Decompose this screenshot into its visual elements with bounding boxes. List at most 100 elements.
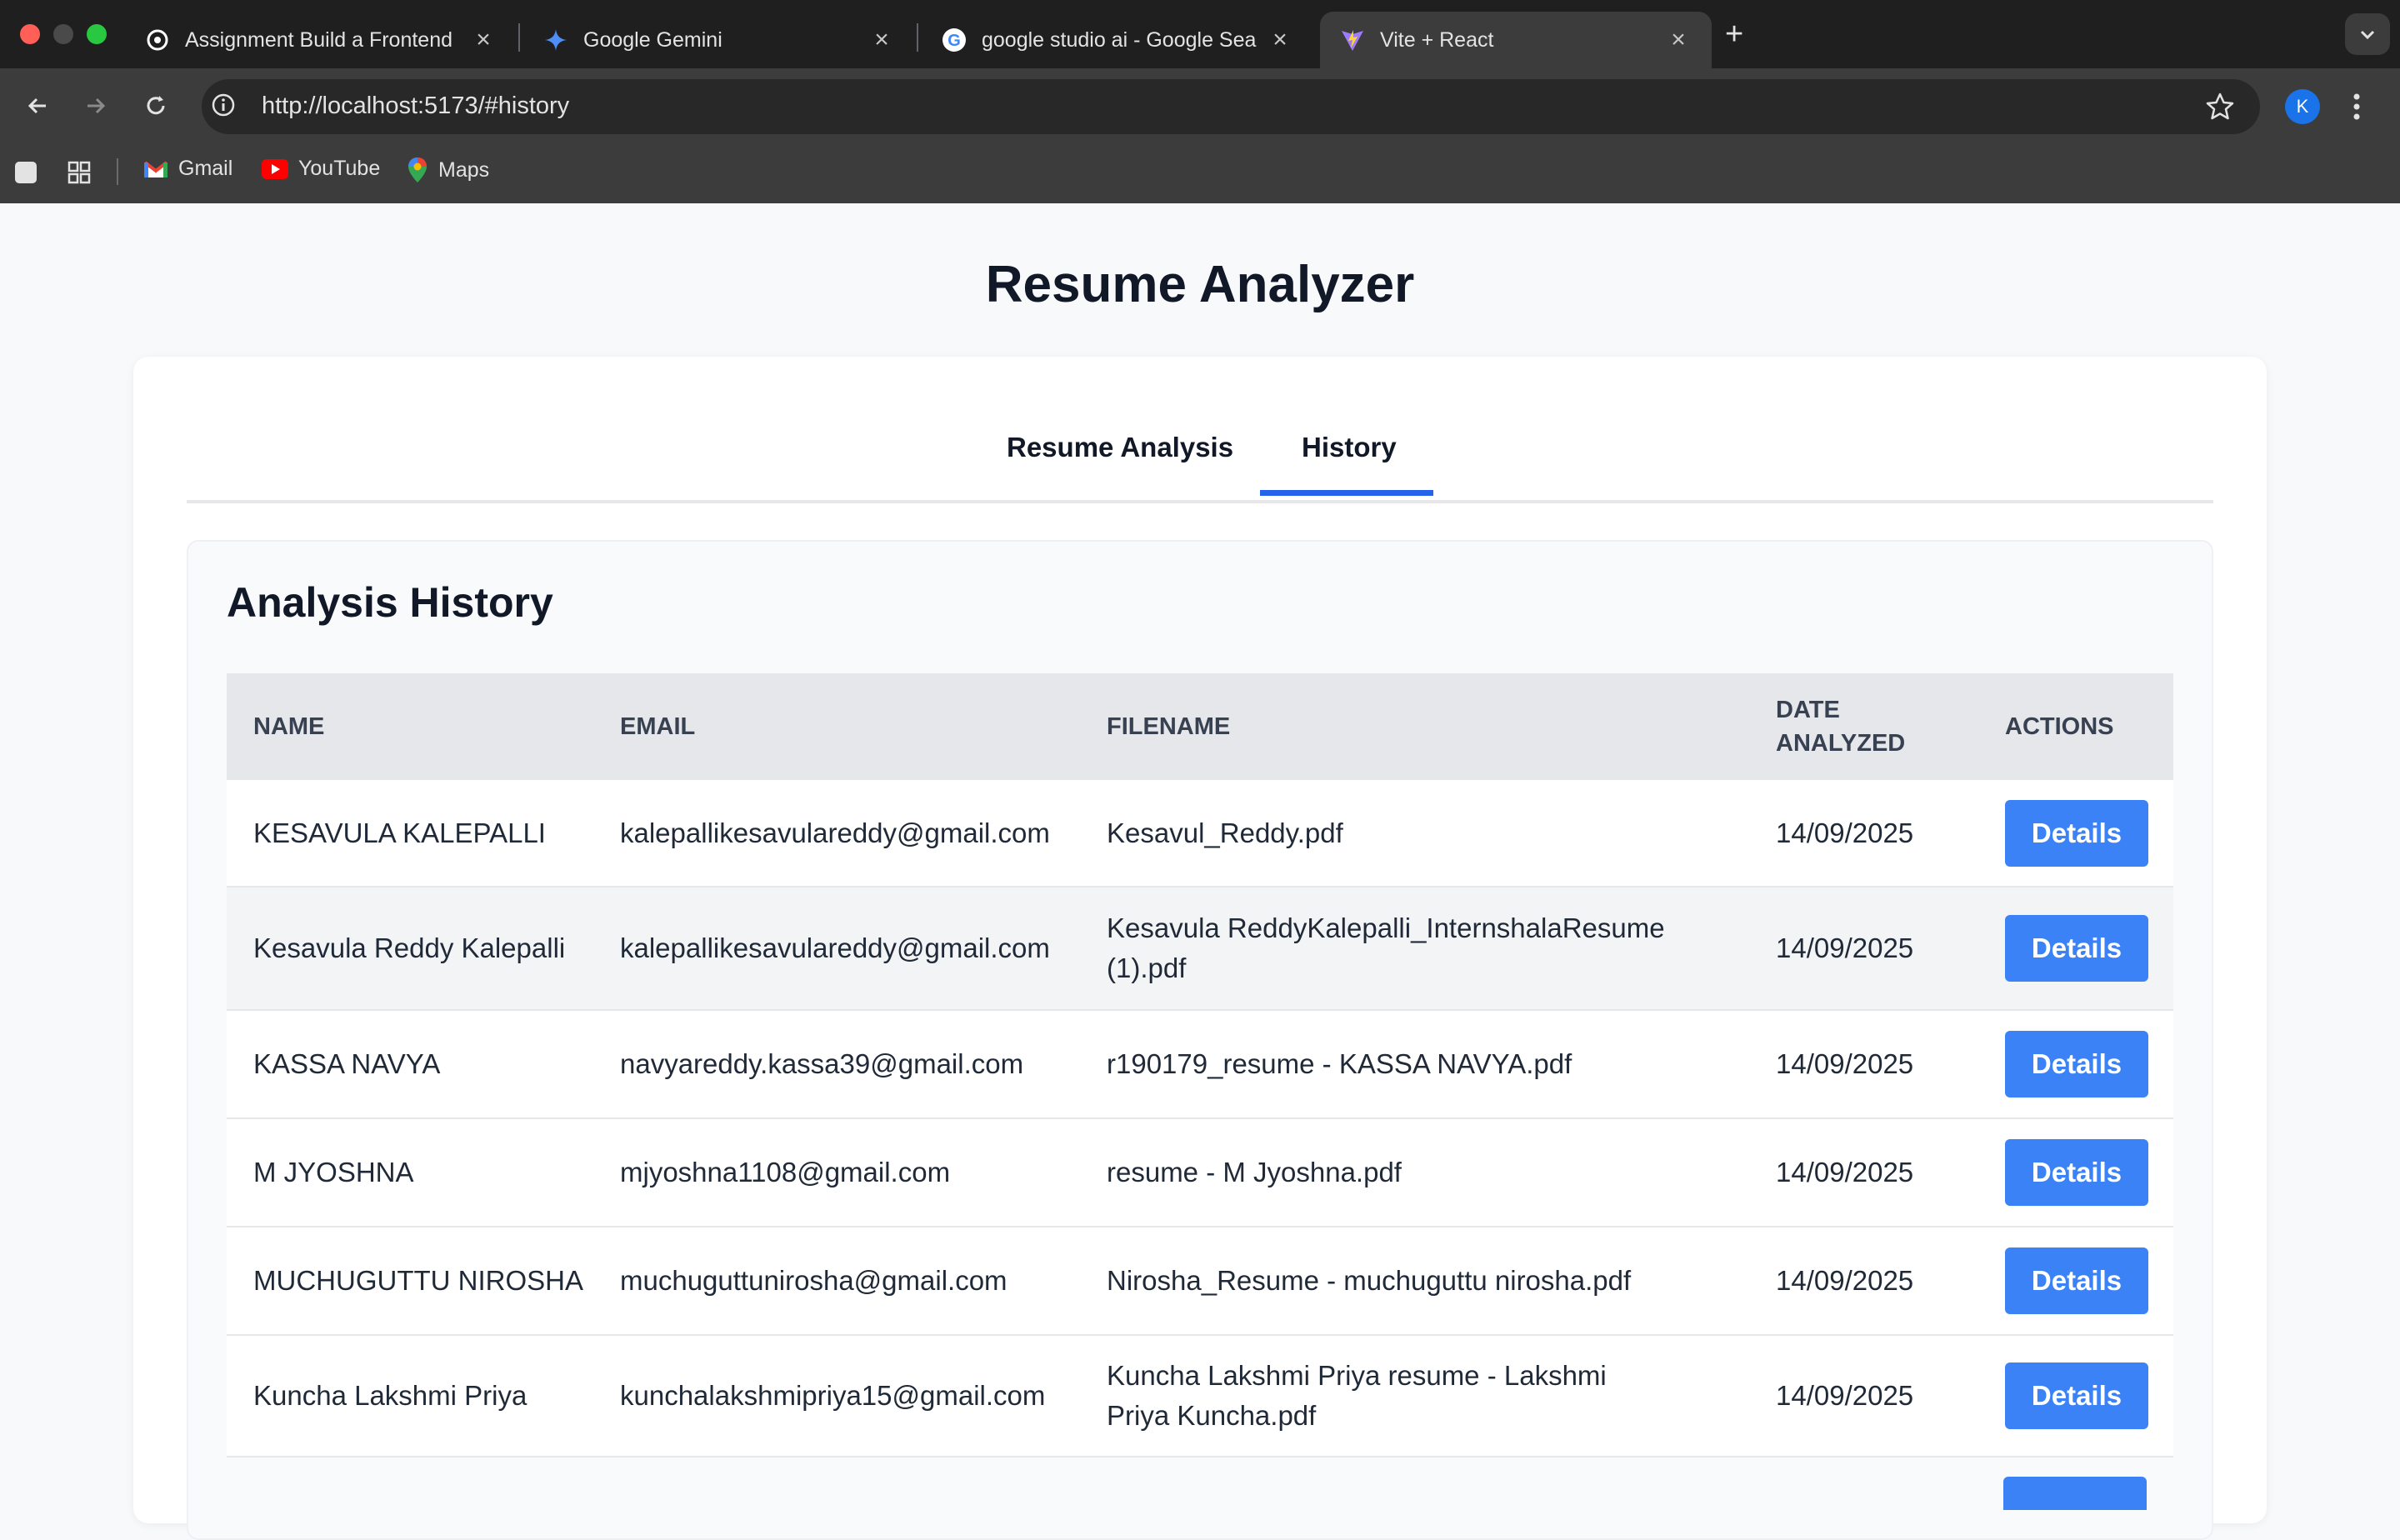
- cell-filename: Kesavul_Reddy.pdf: [1080, 780, 1749, 888]
- cell-name: Kesavula Reddy Kalepalli: [227, 887, 593, 1011]
- table-row: Kesavula Reddy Kalepalli kalepallikesavu…: [227, 887, 2173, 1011]
- close-tab-icon[interactable]: ×: [470, 26, 497, 54]
- browser-menu-icon[interactable]: [2352, 90, 2362, 128]
- site-info-icon[interactable]: [210, 92, 237, 118]
- browser-tab-gemini[interactable]: Google Gemini ×: [523, 12, 915, 68]
- app-title: Resume Analyzer: [985, 256, 1415, 313]
- openai-icon: [145, 28, 170, 52]
- cell-name: MUCHUGUTTU NIROSHA: [227, 1227, 593, 1336]
- cell-filename: r190179_resume - KASSA NAVYA.pdf: [1080, 1010, 1749, 1119]
- details-button[interactable]: Details: [2005, 1362, 2148, 1429]
- cell-email: muchuguttunirosha@gmail.com: [593, 1227, 1080, 1336]
- cell-name: KESAVULA KALEPALLI: [227, 780, 593, 888]
- gemini-icon: [543, 28, 568, 52]
- cell-filename: resume - M Jyoshna.pdf: [1080, 1118, 1749, 1228]
- cell-filename: Nirosha_Resume - muchuguttu nirosha.pdf: [1080, 1227, 1749, 1336]
- cell-name: Kuncha Lakshmi Priya: [227, 1335, 593, 1458]
- cell-date: 14/09/2025: [1749, 1118, 1978, 1228]
- apps-grid-icon[interactable]: [67, 160, 92, 185]
- details-button[interactable]: Details: [2005, 915, 2148, 982]
- history-table: NAME EMAIL FILENAME DATE ANALYZED ACTION…: [227, 673, 2173, 1458]
- svg-text:G: G: [948, 32, 961, 50]
- close-tab-icon[interactable]: ×: [1665, 26, 1692, 54]
- gmail-icon: [143, 160, 168, 178]
- cell-email: kunchalakshmipriya15@gmail.com: [593, 1335, 1080, 1458]
- cell-date: 14/09/2025: [1749, 887, 1978, 1011]
- address-bar[interactable]: http://localhost:5173/#history: [202, 79, 2260, 134]
- cell-name: M JYOSHNA: [227, 1118, 593, 1228]
- bookmark-label: Gmail: [178, 157, 233, 180]
- browser-tab-google-search[interactable]: G google studio ai - Google Sea ×: [922, 12, 1313, 68]
- cell-actions: Details: [1978, 887, 2173, 1011]
- cell-date: 14/09/2025: [1749, 780, 1978, 888]
- column-header-filename: FILENAME: [1080, 673, 1749, 780]
- tab-title: Vite + React: [1380, 28, 1494, 52]
- bookmark-gmail[interactable]: Gmail: [143, 157, 232, 181]
- bookmark-label: YouTube: [298, 157, 381, 180]
- tab-resume-analysis[interactable]: Resume Analysis: [1007, 432, 1233, 463]
- details-button[interactable]: Details: [2005, 1248, 2148, 1314]
- close-window-button[interactable]: [20, 24, 40, 44]
- cell-date: 14/09/2025: [1749, 1227, 1978, 1336]
- column-header-date: DATE ANALYZED: [1749, 673, 1978, 780]
- youtube-icon: [262, 158, 288, 179]
- google-icon: G: [942, 28, 967, 52]
- details-button[interactable]: Details: [2005, 799, 2148, 867]
- cell-filename: Kuncha Lakshmi Priya resume - Lakshmi Pr…: [1080, 1335, 1749, 1458]
- cell-actions: Details: [1978, 1227, 2173, 1336]
- cell-actions: Details: [1978, 1335, 2173, 1458]
- tab-title: Assignment Build a Frontend: [185, 28, 453, 52]
- table-row: KESAVULA KALEPALLI kalepallikesavularedd…: [227, 780, 2173, 888]
- details-button[interactable]: Details: [2005, 1139, 2148, 1206]
- profile-avatar[interactable]: K: [2285, 89, 2320, 124]
- tab-search-chevron-icon[interactable]: [2345, 13, 2390, 55]
- maximize-window-button[interactable]: [87, 24, 107, 44]
- active-tab-indicator: [1260, 490, 1433, 496]
- bookmark-maps[interactable]: Maps: [407, 157, 489, 183]
- cell-name: KASSA NAVYA: [227, 1010, 593, 1119]
- maps-icon: [408, 158, 427, 182]
- close-tab-icon[interactable]: ×: [1267, 26, 1293, 54]
- browser-tab-assignment[interactable]: Assignment Build a Frontend ×: [125, 12, 517, 68]
- cell-email: kalepallikesavulareddy@gmail.com: [593, 887, 1080, 1011]
- history-heading: Analysis History: [227, 579, 553, 626]
- forward-arrow-icon[interactable]: [75, 85, 117, 127]
- tab-history[interactable]: History: [1302, 432, 1397, 463]
- new-tab-plus-icon[interactable]: +: [1725, 17, 1743, 52]
- cell-actions: Details: [1978, 1118, 2173, 1228]
- back-arrow-icon[interactable]: [17, 85, 58, 127]
- bookmark-star-icon[interactable]: [2203, 90, 2237, 128]
- cell-email: navyareddy.kassa39@gmail.com: [593, 1010, 1080, 1119]
- tab-divider: [518, 23, 520, 52]
- bookmark-youtube[interactable]: YouTube: [262, 157, 380, 181]
- column-header-name: NAME: [227, 673, 593, 780]
- column-header-email: EMAIL: [593, 673, 1080, 780]
- tab-groups-icon[interactable]: [13, 160, 38, 185]
- reload-icon[interactable]: [135, 85, 177, 127]
- minimize-window-button[interactable]: [53, 24, 73, 44]
- cell-date: 14/09/2025: [1749, 1335, 1978, 1458]
- cell-actions: Details: [1978, 780, 2173, 888]
- cell-filename: Kesavula ReddyKalepalli_InternshalaResum…: [1080, 887, 1749, 1011]
- table-row: M JYOSHNA mjyoshna1108@gmail.com resume …: [227, 1118, 2173, 1228]
- url-text[interactable]: http://localhost:5173/#history: [262, 92, 569, 120]
- bookmark-label: Maps: [438, 158, 490, 182]
- cell-actions: Details: [1978, 1010, 2173, 1119]
- close-tab-icon[interactable]: ×: [868, 26, 895, 54]
- tab-title: google studio ai - Google Sea: [982, 28, 1257, 52]
- details-button-partial[interactable]: [2003, 1477, 2147, 1510]
- tab-title: Google Gemini: [583, 28, 722, 52]
- column-header-actions: ACTIONS: [1978, 673, 2173, 780]
- table-row: KASSA NAVYA navyareddy.kassa39@gmail.com…: [227, 1010, 2173, 1119]
- details-button[interactable]: Details: [2005, 1031, 2148, 1098]
- cell-email: kalepallikesavulareddy@gmail.com: [593, 780, 1080, 888]
- tab-divider: [917, 23, 918, 52]
- vite-icon: [1340, 28, 1365, 52]
- cell-date: 14/09/2025: [1749, 1010, 1978, 1119]
- browser-tab-vite-react[interactable]: Vite + React ×: [1320, 12, 1712, 68]
- table-row: Kuncha Lakshmi Priya kunchalakshmipriya1…: [227, 1335, 2173, 1458]
- bookmarks-divider: [117, 158, 118, 185]
- table-header-row: NAME EMAIL FILENAME DATE ANALYZED ACTION…: [227, 673, 2173, 780]
- table-row: MUCHUGUTTU NIROSHA muchuguttunirosha@gma…: [227, 1227, 2173, 1336]
- cell-email: mjyoshna1108@gmail.com: [593, 1118, 1080, 1228]
